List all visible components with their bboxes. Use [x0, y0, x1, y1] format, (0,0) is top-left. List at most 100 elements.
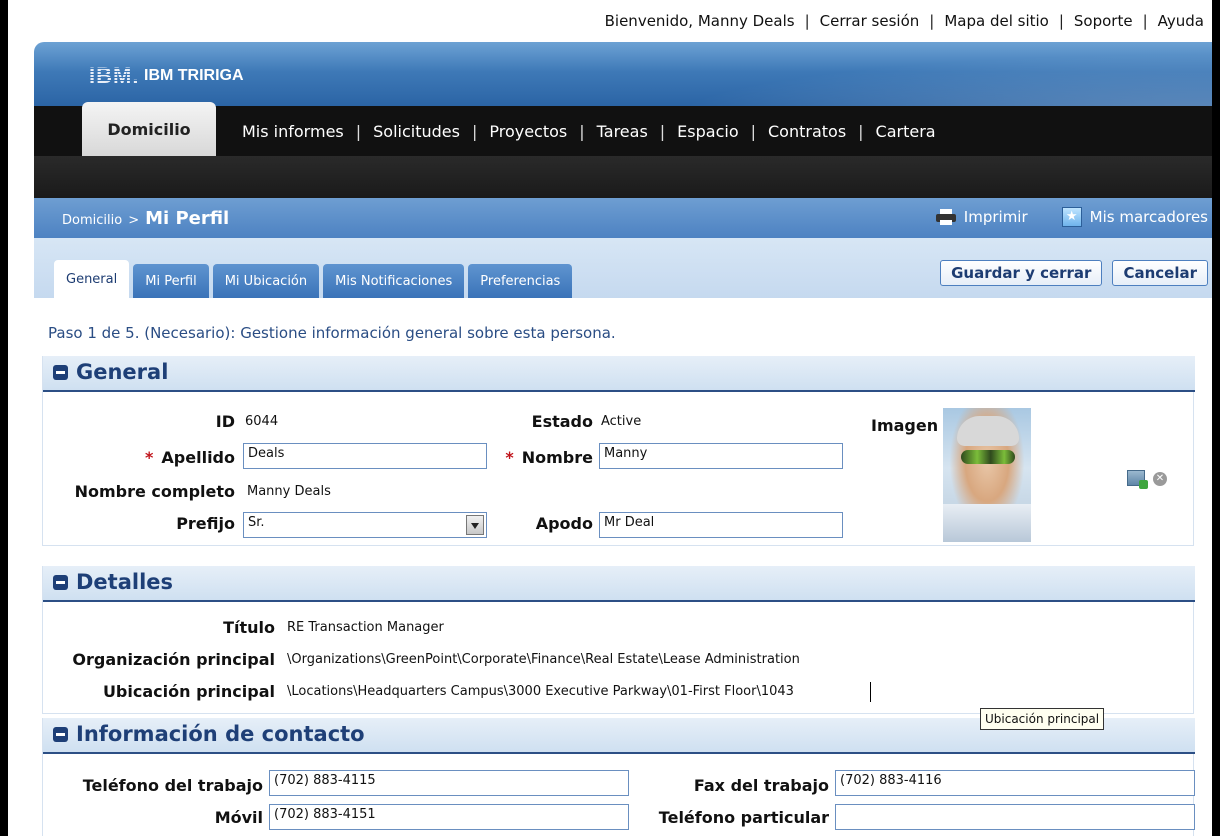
breadcrumb-separator: > — [128, 213, 140, 228]
nav-items: Mis informes | Solicitudes | Proyectos | Ta… — [242, 106, 936, 156]
section-contacto: Información de contacto Teléfono del tra… — [42, 718, 1195, 836]
nav-item-espacio[interactable]: Espacio — [677, 122, 738, 141]
titulo-label: Título — [223, 618, 275, 637]
nav-item-solicitudes[interactable]: Solicitudes — [373, 122, 460, 141]
tab-strip: General Mi Perfil Mi Ubicación Mis Notif… — [34, 238, 1212, 298]
printer-icon — [935, 209, 956, 225]
apellido-input[interactable]: Deals — [243, 443, 487, 469]
telefono-trabajo-label: Teléfono del trabajo — [82, 776, 263, 795]
section-title: Detalles — [53, 570, 173, 594]
upload-image-icon[interactable] — [1127, 470, 1148, 489]
section-general: General ID 6044 Estado Active Imagen * Ap… — [42, 356, 1195, 546]
app-frame: Bienvenido, Manny Deals | Cerrar sesión | Ma… — [8, 0, 1212, 836]
nombre-completo-value: Manny Deals — [247, 484, 331, 499]
breadcrumb-home[interactable]: Domicilio — [62, 213, 122, 228]
tooltip: Ubicación principal — [980, 708, 1105, 730]
separator: | — [750, 121, 756, 141]
utility-bar: Bienvenido, Manny Deals | Cerrar sesión | Ma… — [8, 0, 1212, 44]
telefono-particular-label: Teléfono particular — [658, 808, 829, 827]
apodo-input[interactable]: Mr Deal — [599, 512, 843, 538]
fax-trabajo-label: Fax del trabajo — [693, 776, 829, 795]
nombre-label: * Nombre — [505, 448, 593, 467]
tab-general[interactable]: General — [54, 260, 130, 298]
step-instructions: Paso 1 de 5. (Necesario): Gestione infor… — [48, 324, 616, 342]
tab-preferencias[interactable]: Preferencias — [468, 264, 573, 298]
required-marker: * — [145, 448, 154, 467]
titulo-value: RE Transaction Manager — [287, 620, 444, 635]
utility-links: Bienvenido, Manny Deals | Cerrar sesión | Ma… — [605, 12, 1204, 30]
product-name: IBM TRIRIGA — [144, 67, 244, 84]
tabs: General Mi Perfil Mi Ubicación Mis Notif… — [54, 260, 576, 298]
print-label: Imprimir — [963, 208, 1028, 226]
apodo-label: Apodo — [535, 514, 593, 533]
bookmarks-button[interactable]: ★ Mis marcadores — [1061, 207, 1208, 227]
id-value: 6044 — [245, 414, 279, 429]
page-actions: Imprimir ★ Mis marcadores — [902, 207, 1208, 227]
help-link[interactable]: Ayuda — [1158, 12, 1204, 30]
estado-value: Active — [601, 414, 642, 429]
separator: | — [1058, 12, 1064, 30]
organizacion-label: Organización principal — [72, 650, 275, 669]
ubicacion-label: Ubicación principal — [102, 682, 275, 701]
collapse-icon[interactable] — [53, 726, 68, 742]
ubicacion-value[interactable]: \Locations\Headquarters Campus\3000 Exec… — [287, 684, 794, 699]
nav-item-contratos[interactable]: Contratos — [768, 122, 846, 141]
bookmarks-label: Mis marcadores — [1089, 208, 1208, 226]
save-close-button[interactable]: Guardar y cerrar — [940, 260, 1103, 286]
cancel-button[interactable]: Cancelar — [1112, 260, 1208, 286]
movil-input[interactable]: (702) 883-4151 — [269, 804, 629, 830]
nav-item-cartera[interactable]: Cartera — [876, 122, 936, 141]
prefijo-label: Prefijo — [176, 514, 235, 533]
prefijo-select[interactable]: Sr. — [243, 512, 487, 538]
main-nav: Domicilio Mis informes | Solicitudes | Pro… — [34, 102, 1212, 198]
separator: | — [355, 121, 362, 141]
tab-mis-notificaciones[interactable]: Mis Notificaciones — [323, 264, 465, 298]
section-header[interactable]: Detalles — [43, 566, 1195, 602]
text-cursor — [870, 682, 871, 702]
tab-mi-perfil[interactable]: Mi Perfil — [133, 264, 209, 298]
bookmark-icon: ★ — [1061, 207, 1082, 227]
sitemap-link[interactable]: Mapa del sitio — [944, 12, 1049, 30]
welcome-text: Bienvenido, Manny Deals — [604, 12, 795, 30]
imagen-label: Imagen — [871, 416, 939, 435]
separator: | — [579, 121, 585, 141]
section-title: Información de contacto — [53, 722, 365, 746]
subnav-bar — [34, 156, 1212, 198]
nav-item-proyectos[interactable]: Proyectos — [489, 122, 567, 141]
nav-tab-domicilio[interactable]: Domicilio — [82, 102, 216, 156]
breadcrumb: Domicilio > Mi Perfil — [62, 208, 229, 229]
fax-trabajo-input[interactable]: (702) 883-4116 — [835, 770, 1195, 796]
print-button[interactable]: Imprimir — [935, 208, 1028, 226]
separator: | — [1142, 12, 1148, 30]
form-actions: Guardar y cerrar Cancelar — [930, 260, 1208, 286]
nav-item-mis-informes[interactable]: Mis informes — [242, 122, 344, 141]
separator: | — [929, 12, 935, 30]
nav-item-tareas[interactable]: Tareas — [597, 122, 648, 141]
collapse-icon[interactable] — [53, 364, 68, 380]
section-header[interactable]: General — [43, 356, 1195, 392]
tab-mi-ubicacion[interactable]: Mi Ubicación — [212, 264, 320, 298]
section-title: General — [53, 360, 168, 384]
nombre-input[interactable]: Manny — [599, 443, 843, 469]
required-marker: * — [505, 448, 514, 467]
collapse-icon[interactable] — [53, 574, 68, 590]
brand-banner: IBM. IBM TRIRIGA — [34, 42, 1212, 108]
logout-link[interactable]: Cerrar sesión — [820, 12, 920, 30]
estado-label: Estado — [531, 412, 593, 431]
telefono-particular-input[interactable] — [835, 804, 1195, 830]
window-edge — [0, 0, 8, 836]
separator: | — [471, 121, 478, 141]
chevron-down-icon[interactable] — [466, 515, 484, 535]
separator: | — [804, 12, 810, 30]
page-title: Mi Perfil — [145, 208, 230, 229]
movil-label: Móvil — [214, 808, 263, 827]
ibm-logo: IBM. — [89, 63, 140, 88]
separator: | — [659, 121, 666, 141]
remove-image-icon[interactable]: ✕ — [1153, 472, 1167, 486]
apellido-label: * Apellido — [145, 448, 235, 467]
form-content: Paso 1 de 5. (Necesario): Gestione infor… — [34, 298, 1212, 836]
telefono-trabajo-input[interactable]: (702) 883-4115 — [269, 770, 629, 796]
section-detalles: Detalles Título RE Transaction Manager O… — [42, 566, 1195, 714]
organizacion-value: \Organizations\GreenPoint\Corporate\Fina… — [287, 652, 800, 667]
support-link[interactable]: Soporte — [1074, 12, 1133, 30]
